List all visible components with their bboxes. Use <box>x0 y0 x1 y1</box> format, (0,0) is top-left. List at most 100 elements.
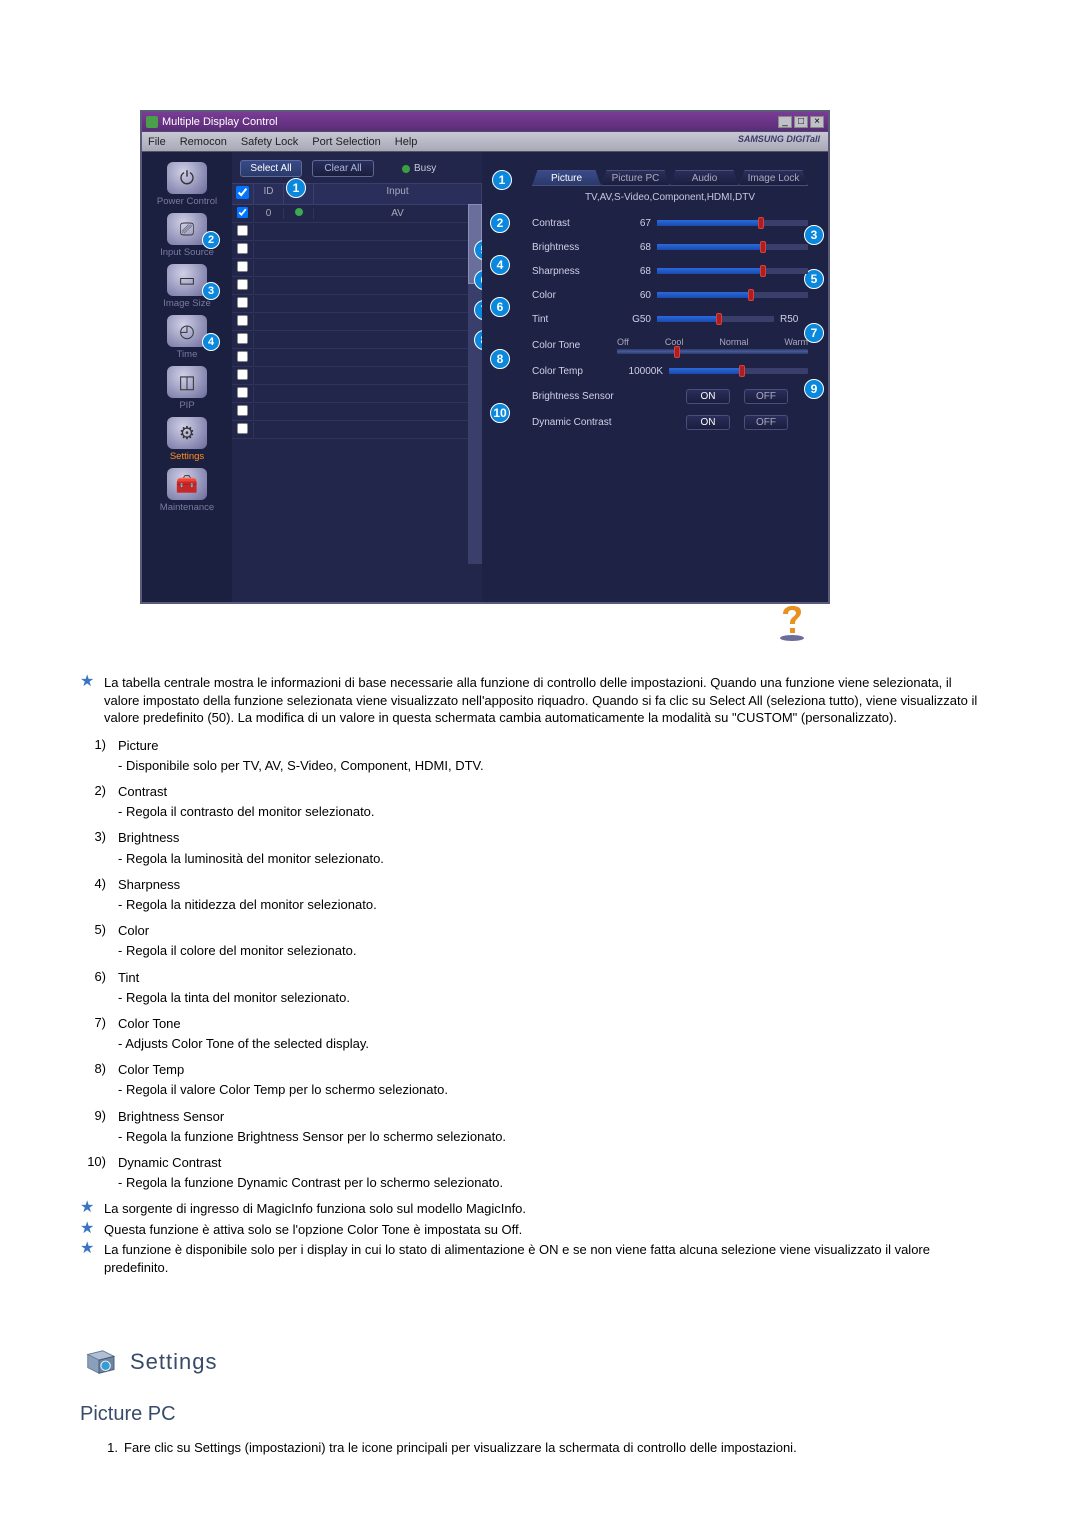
row-brightness: Brightness 68 <box>532 235 808 259</box>
row-checkbox[interactable] <box>237 350 248 361</box>
minimize-button[interactable]: _ <box>778 116 792 128</box>
item-desc: - Regola la funzione Brightness Sensor p… <box>118 1128 985 1146</box>
note-text: La tabella centrale mostra le informazio… <box>104 674 985 727</box>
table-row[interactable] <box>232 259 482 277</box>
item-number: 10) <box>80 1154 106 1169</box>
table-row[interactable] <box>232 277 482 295</box>
callout-icon: 9 <box>804 379 824 399</box>
menu-port-selection[interactable]: Port Selection <box>312 136 380 148</box>
off-button[interactable]: OFF <box>744 415 788 430</box>
sharpness-slider[interactable] <box>657 268 808 274</box>
value: 68 <box>617 266 657 277</box>
busy-dot-icon <box>402 165 410 173</box>
table-row[interactable] <box>232 295 482 313</box>
star-icon: ★ <box>80 1222 94 1236</box>
sidebar-item-power[interactable]: ⏻ Power Control <box>152 162 222 207</box>
clear-all-button[interactable]: Clear All <box>312 160 374 177</box>
table-row[interactable] <box>232 367 482 385</box>
table-row[interactable] <box>232 421 482 439</box>
item-number: 4) <box>80 876 106 891</box>
sidebar-item-input[interactable]: ⎚ Input Source 2 <box>152 213 222 258</box>
on-button[interactable]: ON <box>686 415 730 430</box>
tab-picture[interactable]: Picture <box>532 170 601 186</box>
item-desc: - Disponibile solo per TV, AV, S-Video, … <box>118 757 985 775</box>
sidebar-item-pip[interactable]: ◫ PIP <box>152 366 222 411</box>
sidebar-label: PIP <box>179 400 194 411</box>
label: Sharpness <box>532 266 617 277</box>
mode-note: TV,AV,S-Video,Component,HDMI,DTV <box>532 192 808 203</box>
row-checkbox[interactable] <box>237 206 248 217</box>
contrast-slider[interactable] <box>657 220 808 226</box>
tint-slider[interactable] <box>657 316 774 322</box>
maximize-button[interactable]: □ <box>794 116 808 128</box>
callout-icon: 3 <box>804 225 824 245</box>
col-id: ID <box>254 184 284 204</box>
select-all-checkbox[interactable] <box>236 186 249 199</box>
table-row[interactable] <box>232 385 482 403</box>
row-checkbox[interactable] <box>237 278 248 289</box>
tab-audio[interactable]: Audio <box>670 170 739 186</box>
color-slider[interactable] <box>657 292 808 298</box>
row-checkbox[interactable] <box>237 332 248 343</box>
color-temp-slider[interactable] <box>669 368 808 374</box>
sidebar-item-time[interactable]: ◴ Time 4 <box>152 315 222 360</box>
row-checkbox[interactable] <box>237 386 248 397</box>
definition-item: 10) Dynamic Contrast - Regola la funzione … <box>80 1154 985 1192</box>
menu-help[interactable]: Help <box>395 136 418 148</box>
step-text: Fare clic su Settings (impostazioni) tra… <box>124 1439 797 1458</box>
tab-picture-pc[interactable]: Picture PC <box>601 170 670 186</box>
definition-list: 1)Picture- Disponibile solo per TV, AV, … <box>80 737 985 1193</box>
table-row[interactable] <box>232 403 482 421</box>
table-row[interactable]: 0 AV <box>232 205 482 223</box>
brightness-slider[interactable] <box>657 244 808 250</box>
row-checkbox[interactable] <box>237 296 248 307</box>
off-button[interactable]: OFF <box>744 389 788 404</box>
row-checkbox[interactable] <box>237 368 248 379</box>
row-checkbox[interactable] <box>237 242 248 253</box>
row-checkbox[interactable] <box>237 404 248 415</box>
row-checkbox[interactable] <box>237 260 248 271</box>
menu-safety-lock[interactable]: Safety Lock <box>241 136 298 148</box>
item-title: Dynamic Contrast <box>118 1154 985 1172</box>
status-dot-icon <box>295 208 303 216</box>
menu-file[interactable]: File <box>148 136 166 148</box>
on-button[interactable]: ON <box>686 389 730 404</box>
table-row[interactable] <box>232 349 482 367</box>
row-checkbox[interactable] <box>237 422 248 433</box>
callout-icon: 4 <box>202 333 220 351</box>
item-desc: - Adjusts Color Tone of the selected dis… <box>118 1035 985 1053</box>
sidebar: ⏻ Power Control ⎚ Input Source 2 ▭ Image… <box>142 152 232 602</box>
definition-item: 9)Brightness Sensor- Regola la funzione … <box>80 1108 985 1146</box>
item-desc: - Regola la funzione Dynamic Contrast pe… <box>118 1174 985 1192</box>
row-checkbox[interactable] <box>237 224 248 235</box>
row-checkbox[interactable] <box>237 314 248 325</box>
note-item: ★La sorgente di ingresso di MagicInfo fu… <box>80 1200 985 1218</box>
table-row[interactable] <box>232 241 482 259</box>
help-icon[interactable] <box>776 602 808 642</box>
row-color-temp: Color Temp 10000K <box>532 359 808 383</box>
callout-icon: 2 <box>490 213 510 233</box>
note-item: ★Questa funzione è attiva solo se l'opzi… <box>80 1221 985 1239</box>
item-desc: - Regola la nitidezza del monitor selezi… <box>118 896 985 914</box>
close-button[interactable]: × <box>810 116 824 128</box>
label: Brightness <box>532 242 617 253</box>
menu-remocon[interactable]: Remocon <box>180 136 227 148</box>
sidebar-item-imagesize[interactable]: ▭ Image Size 3 <box>152 264 222 309</box>
callout-icon: 10 <box>490 403 510 423</box>
item-title: Picture <box>118 737 985 755</box>
color-tone-slider[interactable] <box>617 349 808 354</box>
table-row[interactable] <box>232 331 482 349</box>
table-row[interactable] <box>232 223 482 241</box>
label: Color Temp <box>532 366 617 377</box>
table-row[interactable] <box>232 313 482 331</box>
sidebar-item-maintenance[interactable]: 🧰 Maintenance <box>152 468 222 513</box>
pip-icon: ◫ <box>167 366 207 398</box>
section-heading: Settings <box>80 1347 985 1377</box>
tone-opt: Normal <box>719 337 748 347</box>
tab-image-lock[interactable]: Image Lock <box>739 170 808 186</box>
star-icon: ★ <box>80 1201 94 1215</box>
sidebar-item-settings[interactable]: ⚙ Settings <box>152 417 222 462</box>
cell-id: 0 <box>254 208 284 219</box>
select-all-button[interactable]: Select All <box>240 160 302 177</box>
sidebar-label: Power Control <box>157 196 217 207</box>
